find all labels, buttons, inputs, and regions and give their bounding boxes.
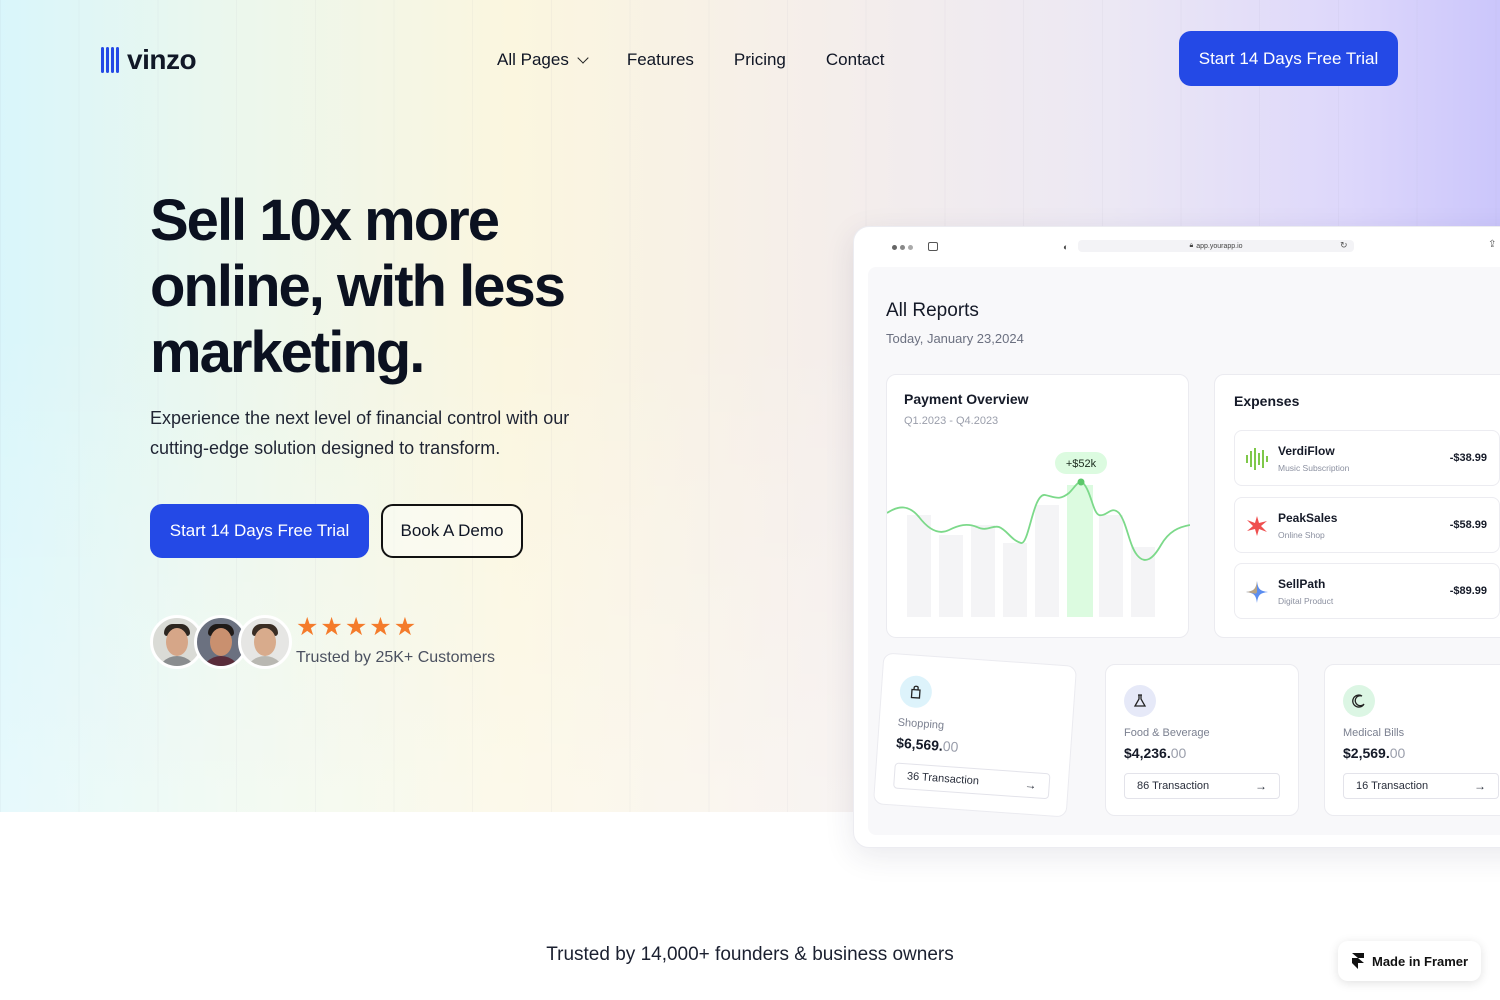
headline-line: marketing. <box>150 320 425 385</box>
expenses-card: Expenses VerdiFlow Music Subscription -$… <box>1214 374 1500 638</box>
share-icon: ⇪ <box>1488 239 1497 250</box>
browser-bar: ◐ 🔒︎ app.yourapp.io ↻ ⇪ <box>854 227 1500 267</box>
stat-value: $4,236.00 <box>1124 745 1187 761</box>
nav-item-label: Contact <box>825 50 885 69</box>
expense-category: Online Shop <box>1278 530 1325 540</box>
logo[interactable]: vinzo <box>101 44 197 76</box>
expense-row[interactable]: SellPath Digital Product -$89.99 <box>1234 563 1500 619</box>
headline-line: online, with less <box>150 254 566 319</box>
star-icon: ★ <box>296 613 319 641</box>
book-demo-button[interactable]: Book A Demo <box>381 504 523 558</box>
url-text: app.yourapp.io <box>1196 242 1243 250</box>
avatar <box>238 615 292 669</box>
transactions-button[interactable]: 36 Transaction → <box>893 762 1051 800</box>
dashboard-preview: ◐ 🔒︎ app.yourapp.io ↻ ⇪ All Reports Today… <box>853 226 1500 848</box>
expenses-title: Expenses <box>1234 393 1300 409</box>
framer-icon <box>1352 953 1364 969</box>
reports-date: Today, January 23,2024 <box>886 331 1024 346</box>
expense-name: VerdiFlow <box>1278 444 1335 458</box>
headline-line: Sell 10x more <box>150 188 500 253</box>
chart-bar <box>1099 515 1123 617</box>
expense-name: PeakSales <box>1278 511 1338 525</box>
trusted-customers-text: Trusted by 25K+ Customers <box>296 649 496 666</box>
transactions-button[interactable]: 86 Transaction → <box>1124 773 1280 799</box>
chart-bar <box>907 515 931 617</box>
star-icon: ★ <box>393 613 417 641</box>
stat-card-food: Food & Beverage $4,236.00 86 Transaction… <box>1105 664 1299 816</box>
customer-avatars <box>150 615 292 669</box>
nav-item-label: Features <box>626 50 694 69</box>
logo-icon <box>101 46 119 74</box>
expense-category: Music Subscription <box>1278 463 1350 473</box>
stat-value: $2,569.00 <box>1343 745 1406 761</box>
chart-bar <box>1003 543 1027 617</box>
payment-chart: +$52k <box>887 452 1190 617</box>
arrow-right-icon: → <box>1024 777 1038 793</box>
expense-row[interactable]: VerdiFlow Music Subscription -$38.99 <box>1234 430 1500 486</box>
chart-bar <box>939 535 963 617</box>
expense-category: Digital Product <box>1278 596 1334 606</box>
nav-item-features[interactable]: Features <box>627 50 694 70</box>
reports-title: All Reports <box>886 300 979 321</box>
payment-overview-card: Payment Overview Q1.2023 - Q4.2023 +$52k <box>886 374 1190 638</box>
url-bar: 🔒︎ app.yourapp.io <box>1078 240 1354 252</box>
nav-item-pricing[interactable]: Pricing <box>734 50 786 70</box>
nav-item-label: Pricing <box>733 50 786 69</box>
payment-range: Q1.2023 - Q4.2023 <box>904 415 999 427</box>
expense-amount: -$89.99 <box>1449 585 1487 597</box>
hero-headline: Sell 10x more online, with less marketin… <box>150 188 670 386</box>
hero-subtext: Experience the next level of financial c… <box>150 408 570 458</box>
stat-value: $6,569.00 <box>895 734 959 755</box>
moon-icon <box>1343 685 1375 717</box>
payment-title: Payment Overview <box>904 391 1029 407</box>
trusted-banner: Trusted by 14,000+ founders & business o… <box>546 944 954 965</box>
shield-icon: ◐ <box>1063 242 1069 252</box>
chart-badge-label: +$52k <box>1066 458 1097 470</box>
shopping-bag-icon <box>898 674 933 709</box>
brand-name: vinzo <box>127 44 197 75</box>
expense-name: SellPath <box>1278 577 1326 591</box>
main-nav: All Pages Features Pricing Contact <box>497 50 884 70</box>
chevron-down-icon <box>577 52 589 64</box>
window-dots-icon <box>892 245 913 250</box>
sidebar-toggle-icon <box>928 242 938 251</box>
star-icon: ★ <box>344 613 368 641</box>
stat-label: Food & Beverage <box>1124 727 1210 739</box>
chart-bar-highlight <box>1067 485 1093 617</box>
lock-icon: 🔒︎ <box>1189 242 1194 249</box>
chart-point <box>1077 478 1085 486</box>
transactions-button[interactable]: 16 Transaction → <box>1343 773 1499 799</box>
reload-icon: ↻ <box>1340 240 1348 250</box>
sparkle-icon <box>1246 581 1268 603</box>
stat-card-medical: Medical Bills $2,569.00 16 Transaction → <box>1324 664 1500 816</box>
star-icon: ★ <box>320 613 343 641</box>
framer-badge-label: Made in Framer <box>1372 953 1469 969</box>
expense-amount: -$58.99 <box>1449 519 1487 531</box>
nav-item-all-pages[interactable]: All Pages <box>497 50 589 70</box>
chart-bar <box>971 525 995 617</box>
flask-icon <box>1124 685 1156 717</box>
nav-free-trial-button[interactable]: Start 14 Days Free Trial <box>1179 31 1398 86</box>
rating-stars: ★ ★ ★ ★ ★ <box>296 612 416 642</box>
starburst-icon <box>1247 516 1267 536</box>
chart-bar <box>1035 505 1059 617</box>
hero-free-trial-button[interactable]: Start 14 Days Free Trial <box>150 504 369 558</box>
soundwave-icon <box>1246 448 1268 470</box>
arrow-right-icon: → <box>1255 779 1267 793</box>
nav-item-contact[interactable]: Contact <box>826 50 885 70</box>
stat-card-shopping: Shopping $6,569.00 36 Transaction → <box>872 652 1078 818</box>
expense-row[interactable]: PeakSales Online Shop -$58.99 <box>1234 497 1500 553</box>
expense-amount: -$38.99 <box>1449 452 1487 464</box>
made-in-framer-badge[interactable]: Made in Framer <box>1338 941 1481 981</box>
stat-label: Shopping <box>897 716 945 732</box>
nav-item-label: All Pages <box>497 50 569 69</box>
arrow-right-icon: → <box>1474 779 1486 793</box>
stat-label: Medical Bills <box>1343 727 1405 739</box>
star-icon: ★ <box>369 613 392 641</box>
